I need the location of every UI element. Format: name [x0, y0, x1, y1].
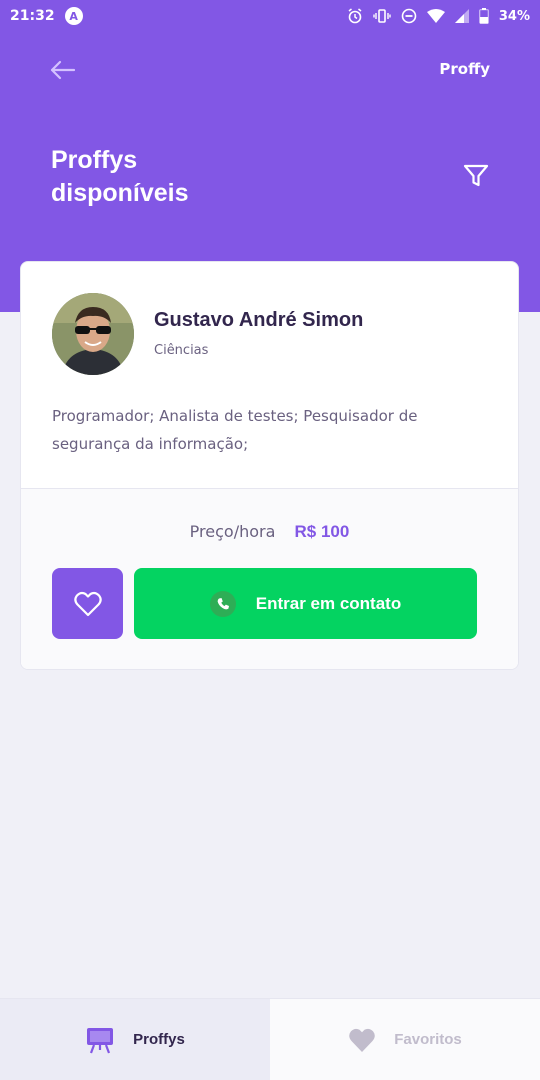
arrow-left-icon [50, 60, 76, 80]
card-footer: Preço/hora R$ 100 Entrar em contato [21, 488, 518, 669]
app-notification-icon: A [64, 7, 83, 25]
status-icons: 34% [347, 8, 530, 24]
tab-favoritos-label: Favoritos [394, 1031, 462, 1048]
page-title: Proffys disponíveis [51, 144, 331, 210]
page-title-line2: disponíveis [51, 179, 189, 207]
price-row: Preço/hora R$ 100 [21, 522, 518, 542]
battery-icon [478, 8, 489, 24]
back-button[interactable] [48, 58, 78, 82]
contact-button-label: Entrar em contato [255, 593, 402, 613]
heart-icon [349, 1028, 376, 1052]
teacher-bio: Programador; Analista de testes; Pesquis… [52, 407, 418, 453]
price-value: R$ 100 [294, 522, 350, 541]
tab-proffys[interactable]: Proffys [0, 999, 270, 1080]
filter-button[interactable] [462, 162, 490, 190]
status-time: 21:32 [10, 8, 55, 24]
tab-favoritos[interactable]: Favoritos [270, 999, 540, 1080]
price-label: Preço/hora [189, 522, 276, 541]
bottom-tab-bar: Proffys Favoritos [0, 998, 540, 1080]
do-not-disturb-icon [401, 8, 417, 24]
tab-proffys-label: Proffys [133, 1031, 185, 1048]
wifi-icon [426, 9, 445, 23]
status-bar: 21:32 A 34% [0, 0, 540, 32]
contact-button[interactable]: Entrar em contato [134, 568, 477, 639]
favorite-button[interactable] [52, 568, 123, 639]
heart-outline-icon [73, 591, 102, 616]
vibrate-icon [373, 9, 391, 23]
teacher-card: Gustavo André Simon Ciências Programador… [20, 261, 519, 670]
whatsapp-icon [209, 590, 236, 617]
teacher-subject: Ciências [154, 343, 209, 358]
avatar-photo [52, 293, 134, 375]
filter-icon [463, 164, 489, 187]
easel-icon [87, 1027, 114, 1053]
teacher-name: Gustavo André Simon [154, 309, 364, 331]
battery-percent: 34% [498, 8, 530, 24]
signal-icon [454, 9, 469, 23]
brand-logo: Proffy [439, 60, 490, 78]
teacher-avatar [52, 293, 134, 375]
page-title-line1: Proffys [51, 146, 138, 174]
alarm-icon [348, 8, 362, 24]
